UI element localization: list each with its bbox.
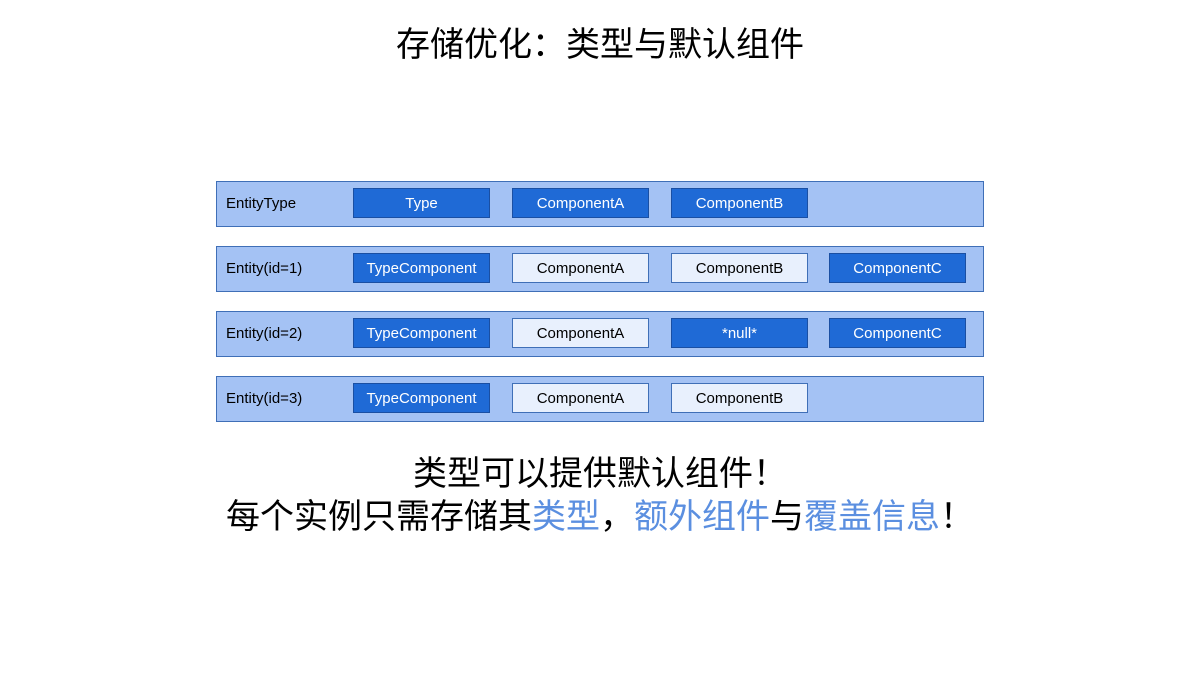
highlight-type: 类型	[532, 497, 600, 537]
cell-component-a: ComponentA	[512, 253, 649, 283]
row-label: Entity(id=1)	[226, 260, 303, 277]
slide-title: 存储优化：类型与默认组件	[396, 25, 804, 65]
cell-type-component: TypeComponent	[353, 318, 490, 348]
row-label: Entity(id=3)	[226, 390, 303, 407]
row-label: Entity(id=2)	[226, 325, 303, 342]
slide: 存储优化：类型与默认组件 EntityType Type ComponentA …	[0, 0, 1200, 675]
cell-component-b: ComponentB	[671, 253, 808, 283]
cell-null: *null*	[671, 318, 808, 348]
caption-line-2: 每个实例只需存储其类型，额外组件与覆盖信息！	[0, 494, 1200, 540]
caption-line-1: 类型可以提供默认组件！	[413, 454, 787, 494]
cell-type-component: TypeComponent	[353, 253, 490, 283]
row-entity-2: Entity(id=2) TypeComponent ComponentA *n…	[216, 311, 984, 357]
caption-text: 每个实例只需存储其	[226, 497, 532, 537]
cell-component-b: ComponentB	[671, 383, 808, 413]
highlight-override-info: 覆盖信息	[804, 497, 940, 537]
caption-text: ！	[940, 497, 974, 537]
caption-text: ，	[600, 497, 634, 537]
cell-component-c: ComponentC	[829, 253, 966, 283]
cell-component-b: ComponentB	[671, 188, 808, 218]
cell-component-c: ComponentC	[829, 318, 966, 348]
row-label: EntityType	[226, 195, 297, 212]
caption-text: 与	[770, 497, 804, 537]
cell-component-a: ComponentA	[512, 318, 649, 348]
cell-component-a: ComponentA	[512, 383, 649, 413]
row-entity-3: Entity(id=3) TypeComponent ComponentA Co…	[216, 376, 984, 422]
cell-component-a: ComponentA	[512, 188, 649, 218]
cell-type-component: TypeComponent	[353, 383, 490, 413]
highlight-extra-components: 额外组件	[634, 497, 770, 537]
row-entity-1: Entity(id=1) TypeComponent ComponentA Co…	[216, 246, 984, 292]
row-entity-type: EntityType Type ComponentA ComponentB	[216, 181, 984, 227]
storage-diagram: EntityType Type ComponentA ComponentB En…	[216, 181, 984, 441]
cell-type: Type	[353, 188, 490, 218]
